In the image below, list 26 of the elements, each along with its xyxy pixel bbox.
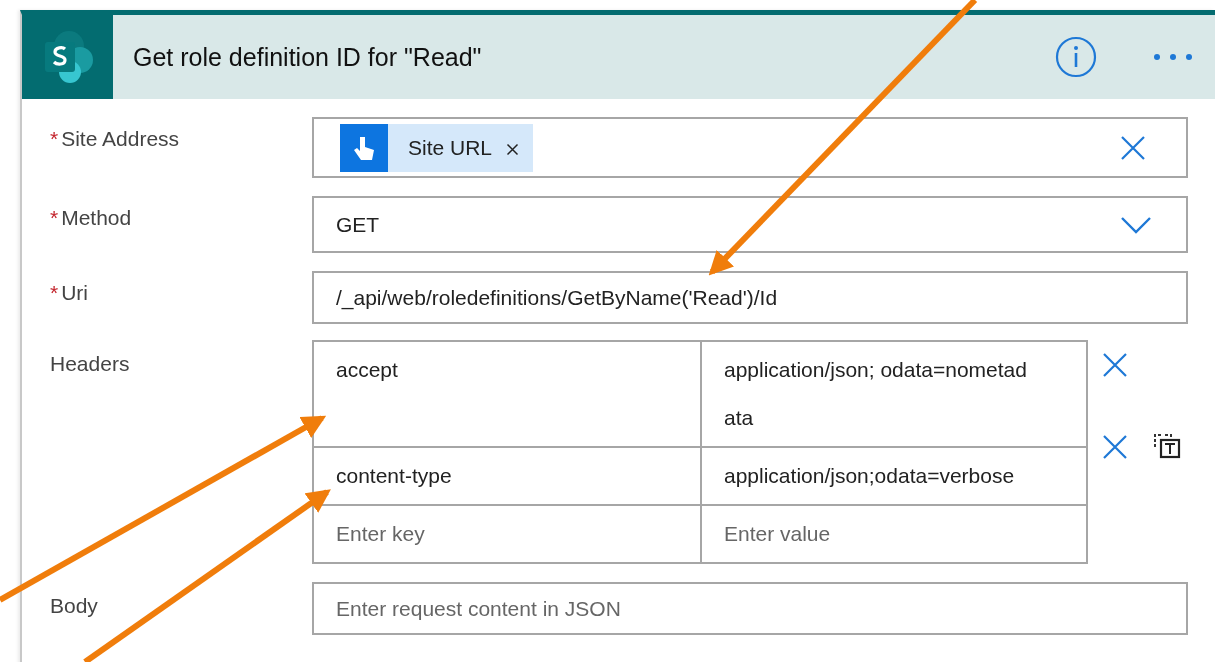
info-icon[interactable] [1055, 36, 1097, 78]
field-label: Body [50, 594, 98, 617]
more-options-icon[interactable] [1153, 53, 1193, 61]
header-value[interactable]: application/json;odata=verbose [702, 448, 1088, 506]
field-label: Uri [61, 281, 88, 304]
close-icon [1102, 434, 1128, 460]
site-url-token[interactable]: Site URL [340, 123, 534, 172]
field-label: Site Address [61, 127, 180, 150]
token-remove-icon[interactable] [506, 143, 520, 156]
method-dropdown[interactable]: GET [312, 196, 1188, 253]
header-key[interactable]: content-type [314, 448, 702, 506]
required-asterisk: * [50, 206, 59, 229]
field-label: Headers [50, 352, 130, 375]
header-value-field[interactable]: Enter value [702, 506, 1088, 564]
text-field[interactable]: Enter request content in JSON [312, 582, 1188, 635]
card-title: Get role definition ID for "Read" [132, 42, 483, 72]
required-asterisk: * [50, 127, 59, 150]
text-field[interactable]: /_api/web/roledefinitions/GetByName('Read')/Id [312, 271, 1188, 324]
header-key[interactable]: accept [314, 342, 702, 448]
required-asterisk: * [50, 281, 59, 304]
field-label: Method [61, 206, 132, 229]
close-icon [1102, 352, 1128, 378]
chevron-down-icon [1120, 215, 1152, 234]
header-key-field[interactable]: Enter key [314, 506, 702, 564]
site-address-field[interactable]: Site URL [312, 117, 1188, 178]
clear-icon[interactable] [1120, 134, 1146, 161]
